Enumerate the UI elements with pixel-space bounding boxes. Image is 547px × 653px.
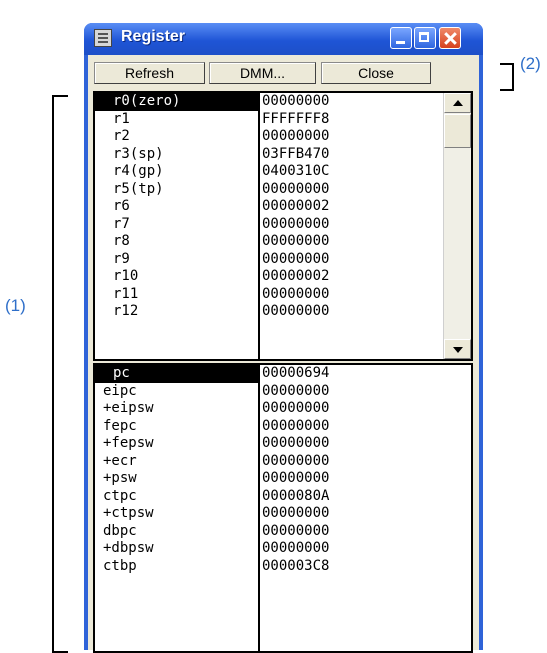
general-register-value[interactable]: 00000000 xyxy=(260,233,446,251)
register-window-icon xyxy=(94,29,112,47)
minimize-icon[interactable] xyxy=(390,27,412,49)
general-register-value[interactable]: FFFFFFF8 xyxy=(260,111,446,129)
scroll-down-icon[interactable] xyxy=(444,339,471,359)
system-register-name[interactable]: fepc xyxy=(95,418,258,436)
vertical-scrollbar[interactable] xyxy=(443,93,471,359)
general-register-name[interactable]: r10 xyxy=(95,268,258,286)
callout-bracket-1 xyxy=(52,95,68,653)
system-register-value[interactable]: 00000000 xyxy=(260,435,446,453)
system-register-name[interactable]: ctpc xyxy=(95,488,258,506)
general-register-name[interactable]: r6 xyxy=(95,198,258,216)
system-register-value[interactable]: 00000000 xyxy=(260,540,446,558)
system-register-name[interactable]: +ecr xyxy=(95,453,258,471)
general-register-value[interactable]: 0400310C xyxy=(260,163,446,181)
general-register-name[interactable]: r5(tp) xyxy=(95,181,258,199)
system-register-name[interactable]: +psw xyxy=(95,470,258,488)
general-register-pane[interactable]: r0(zero) r1 r2 r3(sp) r4(gp) r5(tp) r6 r7 r8 r9 r1… xyxy=(93,91,473,361)
general-register-value[interactable]: 00000000 xyxy=(260,93,446,111)
general-register-name[interactable]: r7 xyxy=(95,216,258,234)
window-title: Register xyxy=(121,28,186,45)
system-register-name[interactable]: ctbp xyxy=(95,558,258,576)
title-bar[interactable]: Register xyxy=(84,23,483,55)
register-window: Register Refresh DMM... Close r0(zero) r1… xyxy=(84,23,483,653)
general-register-value[interactable]: 00000000 xyxy=(260,286,446,304)
system-register-value-column: 00000694 00000000 00000000 00000000 00000000… xyxy=(260,365,446,651)
general-register-name[interactable]: r12 xyxy=(95,303,258,321)
system-register-value[interactable]: 00000000 xyxy=(260,400,446,418)
system-register-value[interactable]: 000003C8 xyxy=(260,558,446,576)
general-register-name-column: r0(zero) r1 r2 r3(sp) r4(gp) r5(tp) r6 r7 r8 r9 r1… xyxy=(95,93,260,359)
system-register-name-column: pc eipc +eipsw fepc +fepsw +ecr +psw ctpc +ctpsw… xyxy=(95,365,260,651)
general-register-name[interactable]: r3(sp) xyxy=(95,146,258,164)
general-register-value[interactable]: 00000002 xyxy=(260,198,446,216)
system-register-name[interactable]: dbpc xyxy=(95,523,258,541)
system-register-name[interactable]: +fepsw xyxy=(95,435,258,453)
system-register-value[interactable]: 00000000 xyxy=(260,523,446,541)
callout-label-1: (1) xyxy=(5,296,26,315)
system-register-name[interactable]: +ctpsw xyxy=(95,505,258,523)
general-register-name[interactable]: r1 xyxy=(95,111,258,129)
general-register-value-column: 00000000 FFFFFFF8 00000000 03FFB470 0400310C… xyxy=(260,93,446,359)
scroll-up-icon[interactable] xyxy=(444,93,471,113)
dmm-button[interactable]: DMM... xyxy=(209,62,316,84)
general-register-value[interactable]: 00000002 xyxy=(260,268,446,286)
general-register-value[interactable]: 00000000 xyxy=(260,303,446,321)
general-register-value[interactable]: 00000000 xyxy=(260,128,446,146)
system-register-value[interactable]: 00000000 xyxy=(260,418,446,436)
general-register-value[interactable]: 00000000 xyxy=(260,216,446,234)
general-register-name[interactable]: r8 xyxy=(95,233,258,251)
system-register-name[interactable]: +eipsw xyxy=(95,400,258,418)
system-register-name[interactable]: pc xyxy=(95,365,258,383)
callout-bracket-2 xyxy=(500,63,514,91)
general-register-name[interactable]: r11 xyxy=(95,286,258,304)
close-button[interactable]: Close xyxy=(321,62,431,84)
general-register-name[interactable]: r0(zero) xyxy=(95,93,258,111)
general-register-value[interactable]: 03FFB470 xyxy=(260,146,446,164)
callout-label-2: (2) xyxy=(520,54,541,73)
close-icon[interactable] xyxy=(439,27,461,49)
system-register-name[interactable]: +dbpsw xyxy=(95,540,258,558)
system-register-name[interactable]: eipc xyxy=(95,383,258,401)
general-register-name[interactable]: r2 xyxy=(95,128,258,146)
general-register-name[interactable]: r4(gp) xyxy=(95,163,258,181)
scroll-thumb[interactable] xyxy=(444,114,471,148)
system-register-value[interactable]: 00000694 xyxy=(260,365,446,383)
general-register-value[interactable]: 00000000 xyxy=(260,181,446,199)
system-register-value[interactable]: 00000000 xyxy=(260,505,446,523)
general-register-name[interactable]: r9 xyxy=(95,251,258,269)
system-register-value[interactable]: 0000080A xyxy=(260,488,446,506)
general-register-value[interactable]: 00000000 xyxy=(260,251,446,269)
system-register-value[interactable]: 00000000 xyxy=(260,383,446,401)
system-register-value[interactable]: 00000000 xyxy=(260,470,446,488)
system-register-value[interactable]: 00000000 xyxy=(260,453,446,471)
window-client-area: Refresh DMM... Close r0(zero) r1 r2 r3(sp) r… xyxy=(88,55,479,653)
refresh-button[interactable]: Refresh xyxy=(94,62,205,84)
system-register-pane[interactable]: pc eipc +eipsw fepc +fepsw +ecr +psw ctpc +ctpsw… xyxy=(93,363,473,653)
maximize-icon[interactable] xyxy=(414,27,436,49)
